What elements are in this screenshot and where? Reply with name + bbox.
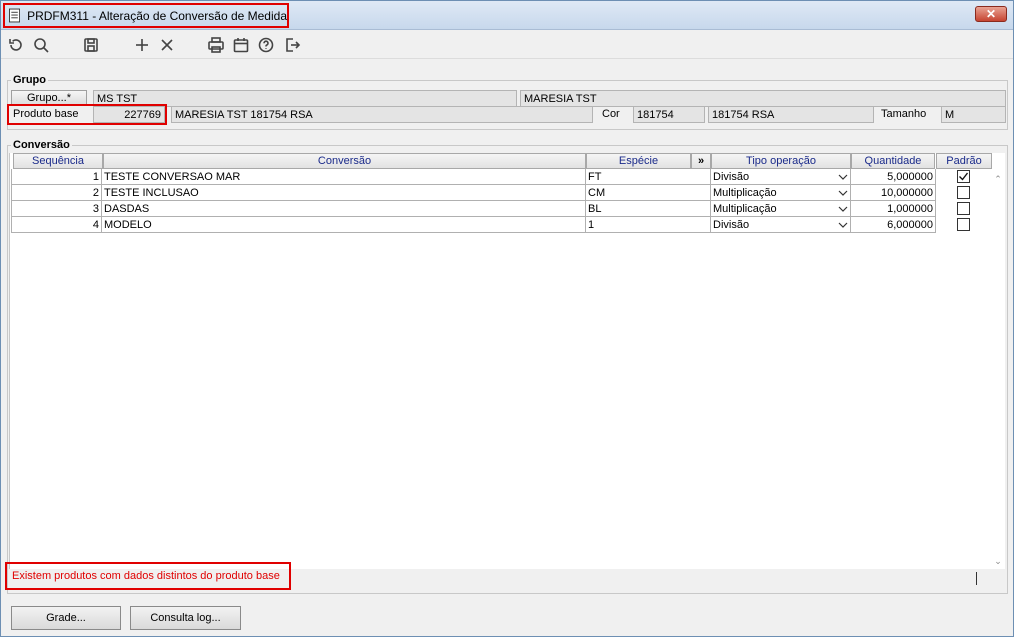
save-icon[interactable]	[81, 35, 101, 55]
tipo-operacao-dropdown[interactable]: Multiplicação	[711, 185, 851, 201]
tipo-operacao-value: Divisão	[713, 218, 750, 231]
cor-code-field[interactable]: 181754	[633, 106, 705, 123]
calendar-icon[interactable]	[231, 35, 251, 55]
search-icon[interactable]	[31, 35, 51, 55]
chevron-down-icon[interactable]	[838, 220, 848, 230]
status-separator	[976, 572, 977, 585]
seq-cell[interactable]: 1	[11, 169, 102, 185]
col-header-tipo-operacao[interactable]: Tipo operação	[711, 153, 851, 169]
tipo-operacao-dropdown[interactable]: Divisão	[711, 217, 851, 233]
chevron-down-icon[interactable]	[838, 188, 848, 198]
col-header-especie[interactable]: Espécie	[586, 153, 691, 169]
refresh-icon[interactable]	[6, 35, 26, 55]
produto-base-label: Produto base	[13, 108, 79, 120]
status-message: Existem produtos com dados distintos do …	[5, 562, 291, 590]
conversao-cell[interactable]: DASDAS	[102, 201, 586, 217]
main-window: PRDFM311 - Alteração de Conversão de Med…	[0, 0, 1014, 637]
add-icon[interactable]	[132, 35, 152, 55]
cor-label: Cor	[602, 108, 620, 120]
exit-icon[interactable]	[282, 35, 302, 55]
cor-name-field: 181754 RSA	[708, 106, 874, 123]
padrao-checkbox[interactable]	[957, 170, 970, 183]
quantidade-cell[interactable]: 1,000000	[851, 201, 936, 217]
especie-cell[interactable]: CM	[586, 185, 711, 201]
seq-cell[interactable]: 3	[11, 201, 102, 217]
quantidade-cell[interactable]: 10,000000	[851, 185, 936, 201]
grupo-section-label: Grupo	[11, 74, 48, 86]
chevron-down-icon[interactable]	[838, 172, 848, 182]
quantidade-cell[interactable]: 5,000000	[851, 169, 936, 185]
document-icon	[9, 8, 21, 23]
title-bar: PRDFM311 - Alteração de Conversão de Med…	[1, 1, 1013, 30]
conversao-section-label: Conversão	[11, 139, 72, 151]
especie-cell[interactable]: 1	[586, 217, 711, 233]
toolbar	[1, 31, 1013, 59]
grade-button[interactable]: Grade...	[11, 606, 121, 630]
tipo-operacao-value: Multiplicação	[713, 202, 777, 215]
tamanho-label: Tamanho	[881, 108, 927, 120]
seq-cell[interactable]: 2	[11, 185, 102, 201]
tipo-operacao-dropdown[interactable]: Divisão	[711, 169, 851, 185]
consulta-log-button[interactable]: Consulta log...	[130, 606, 241, 630]
especie-cell[interactable]: BL	[586, 201, 711, 217]
padrao-checkbox[interactable]	[957, 202, 970, 215]
col-header-sequencia[interactable]: Sequência	[13, 153, 103, 169]
checkmark-icon	[959, 172, 969, 181]
tamanho-field[interactable]: M	[941, 106, 1006, 123]
window-title: PRDFM311 - Alteração de Conversão de Med…	[27, 8, 287, 23]
padrao-checkbox[interactable]	[957, 186, 970, 199]
scroll-down-arrow[interactable]: ⌄	[991, 555, 1005, 567]
close-button[interactable]: ✕	[975, 6, 1007, 22]
produto-name-field: MARESIA TST 181754 RSA	[171, 106, 593, 123]
expand-columns-button[interactable]: »	[691, 153, 711, 169]
conversao-cell[interactable]: TESTE INCLUSAO	[102, 185, 586, 201]
help-icon[interactable]	[256, 35, 276, 55]
delete-icon[interactable]	[157, 35, 177, 55]
padrao-checkbox[interactable]	[957, 218, 970, 231]
col-header-quantidade[interactable]: Quantidade	[851, 153, 935, 169]
print-icon[interactable]	[206, 35, 226, 55]
tipo-operacao-value: Multiplicação	[713, 186, 777, 199]
title-highlight: PRDFM311 - Alteração de Conversão de Med…	[3, 3, 289, 28]
conversao-cell[interactable]: MODELO	[102, 217, 586, 233]
quantidade-cell[interactable]: 6,000000	[851, 217, 936, 233]
seq-cell[interactable]: 4	[11, 217, 102, 233]
tipo-operacao-dropdown[interactable]: Multiplicação	[711, 201, 851, 217]
grupo-name-field: MARESIA TST	[520, 90, 1006, 107]
col-header-conversao[interactable]: Conversão	[103, 153, 586, 169]
scroll-up-arrow[interactable]: ⌃	[991, 173, 1005, 185]
tipo-operacao-value: Divisão	[713, 170, 750, 183]
conversao-table: Sequência Conversão Espécie » Tipo opera…	[9, 153, 1005, 569]
conversao-cell[interactable]: TESTE CONVERSAO MAR	[102, 169, 586, 185]
especie-cell[interactable]: FT	[586, 169, 711, 185]
col-header-padrao[interactable]: Padrão	[936, 153, 992, 169]
produto-code-field[interactable]: 227769	[93, 106, 165, 123]
chevron-down-icon[interactable]	[838, 204, 848, 214]
